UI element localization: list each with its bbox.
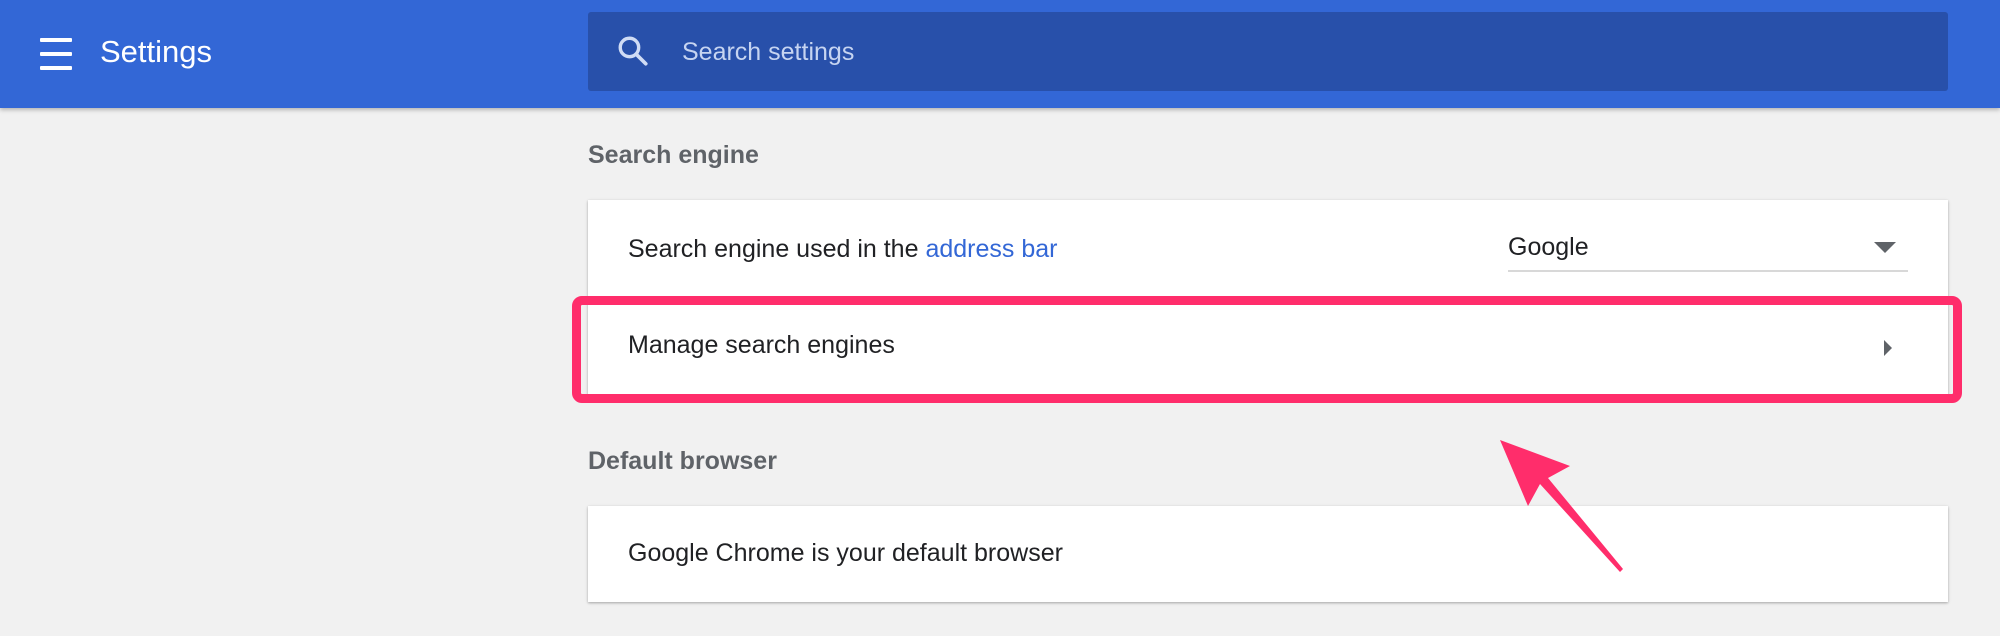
search-input[interactable]: [680, 28, 1884, 76]
hamburger-menu-icon[interactable]: [36, 34, 76, 74]
search-engine-select-value: Google: [1508, 233, 1589, 261]
default-browser-card: Google Chrome is your default browser: [588, 506, 1948, 602]
section-title-default-browser: Default browser: [588, 447, 777, 475]
section-title-search-engine: Search engine: [588, 141, 759, 169]
top-toolbar: Settings: [0, 0, 2000, 108]
search-engine-card: Search engine used in the address bar Go…: [588, 200, 1948, 397]
search-icon: [618, 36, 648, 66]
address-bar-link[interactable]: address bar: [925, 235, 1057, 263]
search-engine-used-text: Search engine used in the: [628, 235, 926, 263]
arrow-right-icon: [1884, 340, 1892, 356]
default-browser-row: Google Chrome is your default browser: [588, 506, 1948, 602]
default-browser-status: Google Chrome is your default browser: [628, 539, 1063, 567]
chevron-down-icon: [1874, 242, 1896, 253]
search-engine-used-row: Search engine used in the address bar Go…: [588, 200, 1948, 298]
manage-search-engines-row[interactable]: Manage search engines: [588, 298, 1948, 397]
manage-search-engines-label: Manage search engines: [628, 331, 895, 359]
app-title: Settings: [100, 34, 213, 69]
search-engine-used-label: Search engine used in the address bar: [628, 232, 1057, 266]
search-box[interactable]: [588, 12, 1948, 91]
search-engine-select[interactable]: Google: [1508, 230, 1908, 272]
